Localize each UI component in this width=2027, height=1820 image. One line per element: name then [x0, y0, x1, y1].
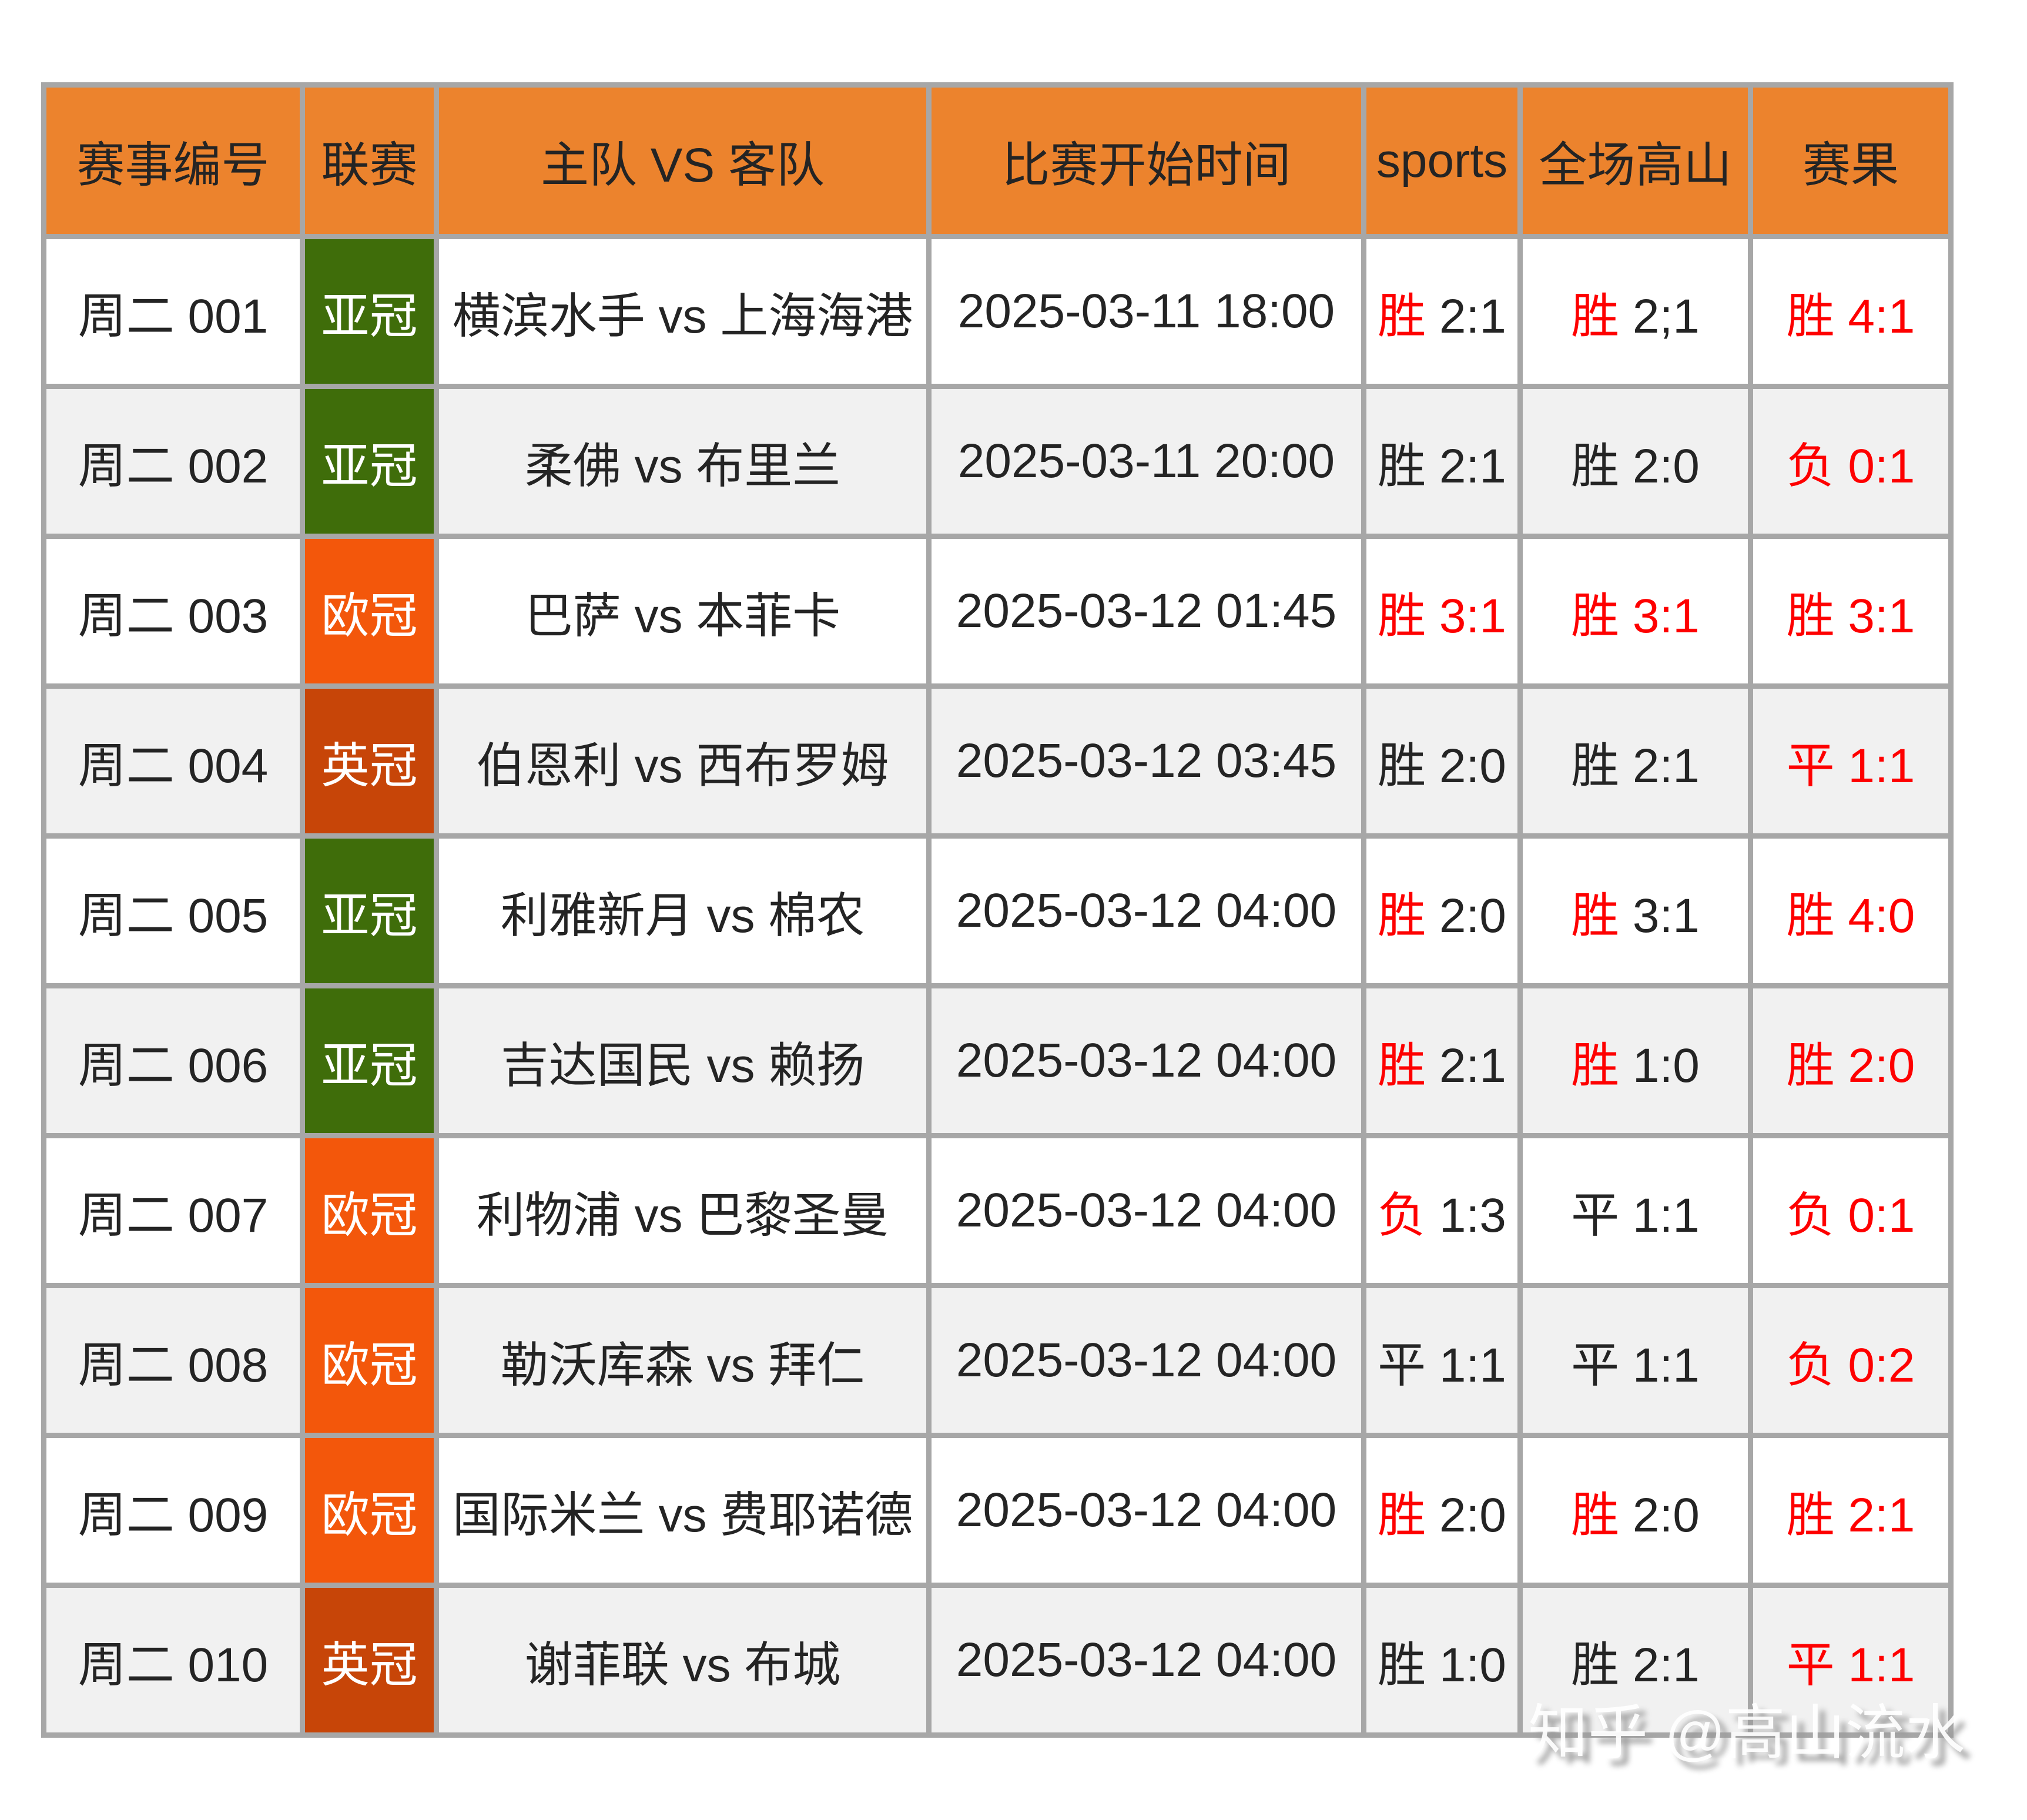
table-row: 周二 009 欧冠 国际米兰 vs 费耶诺德 2025-03-12 04:00 … — [44, 1436, 1951, 1586]
sports-pick-cell: 胜 2:1 — [1364, 237, 1520, 387]
table-row: 周二 002 亚冠 柔佛 vs 布里兰 2025-03-11 20:00 胜 2… — [44, 387, 1951, 537]
match-teams-cell: 利雅新月 vs 棉农 — [437, 836, 929, 986]
league-badge: 亚冠 — [303, 387, 437, 537]
start-time-cell: 2025-03-12 01:45 — [929, 537, 1364, 686]
match-id-cell: 周二 006 — [44, 986, 303, 1136]
header-row: 赛事编号 联赛 主队 VS 客队 比赛开始时间 sports 全场高山 赛果 — [44, 85, 1951, 237]
match-teams-cell: 横滨水手 vs 上海海港 — [437, 237, 929, 387]
result-cell: 胜 4:1 — [1751, 237, 1951, 387]
match-id-cell: 周二 010 — [44, 1586, 303, 1735]
match-id-cell: 周二 002 — [44, 387, 303, 537]
result-cell: 胜 3:1 — [1751, 537, 1951, 686]
league-badge: 欧冠 — [303, 1286, 437, 1436]
fulltime-pick-cell: 胜 2:0 — [1520, 1436, 1751, 1586]
start-time-cell: 2025-03-12 04:00 — [929, 986, 1364, 1136]
result-cell: 负 0:2 — [1751, 1286, 1951, 1436]
result-cell: 胜 2:0 — [1751, 986, 1951, 1136]
start-time-cell: 2025-03-12 04:00 — [929, 1286, 1364, 1436]
sports-pick-cell: 胜 2:0 — [1364, 1436, 1520, 1586]
result-cell: 胜 4:0 — [1751, 836, 1951, 986]
table-row: 周二 008 欧冠 勒沃库森 vs 拜仁 2025-03-12 04:00 平 … — [44, 1286, 1951, 1436]
league-badge: 欧冠 — [303, 1136, 437, 1286]
match-teams-cell: 勒沃库森 vs 拜仁 — [437, 1286, 929, 1436]
start-time-cell: 2025-03-12 04:00 — [929, 1136, 1364, 1286]
sports-pick-cell: 胜 3:1 — [1364, 537, 1520, 686]
fulltime-pick-cell: 平 1:1 — [1520, 1286, 1751, 1436]
match-id-cell: 周二 007 — [44, 1136, 303, 1286]
match-id-cell: 周二 008 — [44, 1286, 303, 1436]
sports-pick-cell: 胜 2:1 — [1364, 986, 1520, 1136]
result-cell: 平 1:1 — [1751, 686, 1951, 836]
fulltime-pick-cell: 胜 2:1 — [1520, 686, 1751, 836]
league-badge: 亚冠 — [303, 237, 437, 387]
match-id-cell: 周二 003 — [44, 537, 303, 686]
match-teams-cell: 利物浦 vs 巴黎圣曼 — [437, 1136, 929, 1286]
column-header-sports: sports — [1364, 85, 1520, 237]
result-cell: 负 0:1 — [1751, 387, 1951, 537]
start-time-cell: 2025-03-12 04:00 — [929, 836, 1364, 986]
fulltime-pick-cell: 胜 3:1 — [1520, 537, 1751, 686]
column-header-league: 联赛 — [303, 85, 437, 237]
match-teams-cell: 柔佛 vs 布里兰 — [437, 387, 929, 537]
table-row: 周二 003 欧冠 巴萨 vs 本菲卡 2025-03-12 01:45 胜 3… — [44, 537, 1951, 686]
league-badge: 亚冠 — [303, 836, 437, 986]
match-teams-cell: 吉达国民 vs 赖扬 — [437, 986, 929, 1136]
fulltime-pick-cell: 胜 2:0 — [1520, 387, 1751, 537]
start-time-cell: 2025-03-12 03:45 — [929, 686, 1364, 836]
column-header-start-time: 比赛开始时间 — [929, 85, 1364, 237]
league-badge: 欧冠 — [303, 537, 437, 686]
table-row: 周二 010 英冠 谢菲联 vs 布城 2025-03-12 04:00 胜 1… — [44, 1586, 1951, 1735]
column-header-result: 赛果 — [1751, 85, 1951, 237]
fulltime-pick-cell: 胜 3:1 — [1520, 836, 1751, 986]
fulltime-pick-cell: 平 1:1 — [1520, 1136, 1751, 1286]
column-header-teams: 主队 VS 客队 — [437, 85, 929, 237]
league-badge: 亚冠 — [303, 986, 437, 1136]
match-id-cell: 周二 005 — [44, 836, 303, 986]
match-teams-cell: 国际米兰 vs 费耶诺德 — [437, 1436, 929, 1586]
result-cell: 胜 2:1 — [1751, 1436, 1951, 1586]
table-row: 周二 004 英冠 伯恩利 vs 西布罗姆 2025-03-12 03:45 胜… — [44, 686, 1951, 836]
table-row: 周二 001 亚冠 横滨水手 vs 上海海港 2025-03-11 18:00 … — [44, 237, 1951, 387]
match-id-cell: 周二 009 — [44, 1436, 303, 1586]
start-time-cell: 2025-03-12 04:00 — [929, 1436, 1364, 1586]
sports-pick-cell: 胜 2:0 — [1364, 686, 1520, 836]
sports-pick-cell: 胜 2:1 — [1364, 387, 1520, 537]
match-results-table: 赛事编号 联赛 主队 VS 客队 比赛开始时间 sports 全场高山 赛果 周… — [41, 82, 1954, 1738]
match-teams-cell: 谢菲联 vs 布城 — [437, 1586, 929, 1735]
sports-pick-cell: 胜 1:0 — [1364, 1586, 1520, 1735]
column-header-match-id: 赛事编号 — [44, 85, 303, 237]
league-badge: 欧冠 — [303, 1436, 437, 1586]
match-id-cell: 周二 004 — [44, 686, 303, 836]
result-cell: 平 1:1 — [1751, 1586, 1951, 1735]
league-badge: 英冠 — [303, 686, 437, 836]
match-teams-cell: 伯恩利 vs 西布罗姆 — [437, 686, 929, 836]
fulltime-pick-cell: 胜 1:0 — [1520, 986, 1751, 1136]
fulltime-pick-cell: 胜 2;1 — [1520, 237, 1751, 387]
match-teams-cell: 巴萨 vs 本菲卡 — [437, 537, 929, 686]
table-row: 周二 005 亚冠 利雅新月 vs 棉农 2025-03-12 04:00 胜 … — [44, 836, 1951, 986]
result-cell: 负 0:1 — [1751, 1136, 1951, 1286]
fulltime-pick-cell: 胜 2:1 — [1520, 1586, 1751, 1735]
start-time-cell: 2025-03-11 18:00 — [929, 237, 1364, 387]
start-time-cell: 2025-03-12 04:00 — [929, 1586, 1364, 1735]
column-header-fulltime: 全场高山 — [1520, 85, 1751, 237]
table-row: 周二 006 亚冠 吉达国民 vs 赖扬 2025-03-12 04:00 胜 … — [44, 986, 1951, 1136]
sports-pick-cell: 平 1:1 — [1364, 1286, 1520, 1436]
match-id-cell: 周二 001 — [44, 237, 303, 387]
sports-pick-cell: 负 1:3 — [1364, 1136, 1520, 1286]
start-time-cell: 2025-03-11 20:00 — [929, 387, 1364, 537]
table-row: 周二 007 欧冠 利物浦 vs 巴黎圣曼 2025-03-12 04:00 负… — [44, 1136, 1951, 1286]
sports-pick-cell: 胜 2:0 — [1364, 836, 1520, 986]
league-badge: 英冠 — [303, 1586, 437, 1735]
